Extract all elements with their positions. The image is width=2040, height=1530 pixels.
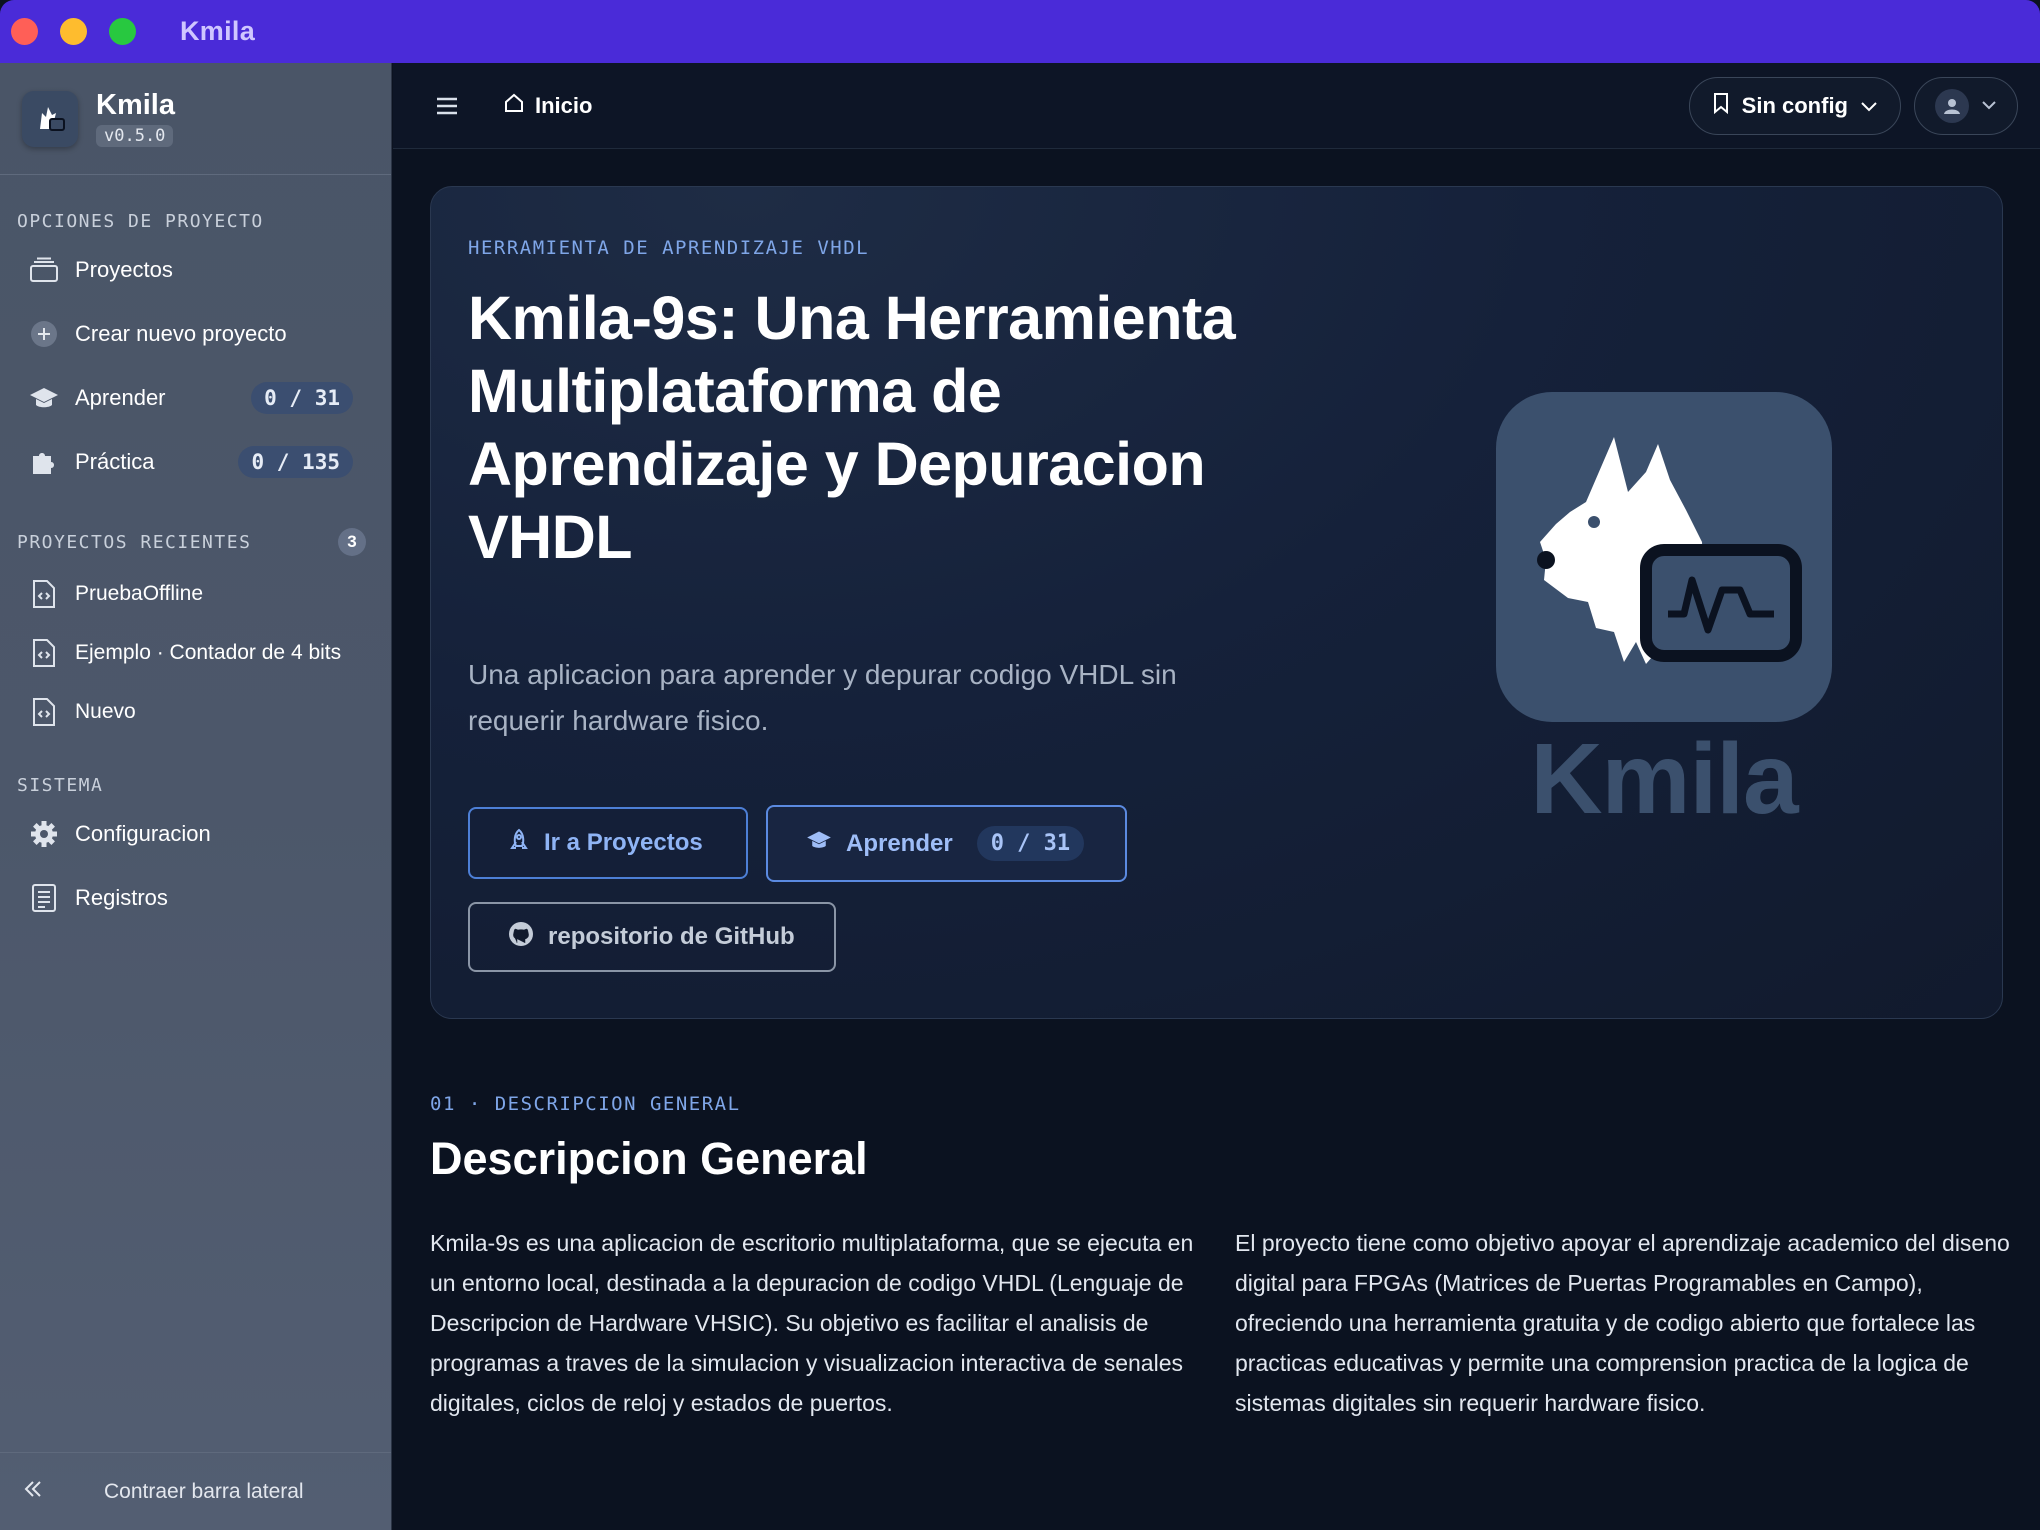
plus-circle-icon	[28, 318, 60, 350]
sidebar-item-proyectos[interactable]: Proyectos	[0, 238, 391, 302]
breadcrumb-label: Inicio	[535, 92, 593, 118]
overview-title: Descripcion General	[430, 1133, 868, 1184]
config-selector[interactable]: Sin config	[1688, 76, 1901, 135]
menu-icon[interactable]	[433, 92, 461, 120]
chevron-down-icon	[1860, 93, 1878, 119]
sidebar-item-label: Práctica	[75, 449, 155, 474]
sidebar-item-crear-proyecto[interactable]: Crear nuevo proyecto	[0, 302, 391, 366]
app-logo-icon	[22, 90, 78, 147]
sidebar-item-configuracion[interactable]: Configuracion	[0, 802, 391, 866]
sidebar-brand[interactable]: Kmila v0.5.0	[0, 63, 391, 175]
graduation-cap-icon	[28, 382, 60, 414]
overview-kicker: 01 · DESCRIPCION GENERAL	[430, 1093, 741, 1115]
folders-icon	[28, 254, 60, 286]
github-repo-button[interactable]: repositorio de GitHub	[468, 902, 836, 972]
hero-kicker: HERRAMIENTA DE APRENDIZAJE VHDL	[468, 237, 870, 259]
hero-subtitle: Una aplicacion para aprender y depurar c…	[468, 659, 1177, 736]
config-label: Sin config	[1741, 92, 1848, 118]
overview-paragraph-1: Kmila-9s es una aplicacion de escritorio…	[430, 1230, 1194, 1416]
sidebar-item-label: Crear nuevo proyecto	[75, 321, 287, 346]
code-file-icon	[28, 696, 60, 728]
close-window-button[interactable]	[11, 18, 38, 45]
collapse-sidebar-label: Contraer barra lateral	[104, 1479, 304, 1503]
avatar	[1935, 88, 1969, 123]
chevrons-left-icon	[22, 1478, 44, 1506]
hero-title: Kmila-9s: Una Herramienta Multiplataform…	[468, 284, 1236, 571]
bookmark-icon	[1712, 92, 1730, 120]
title-bar: Kmila	[0, 0, 2040, 63]
log-icon	[28, 882, 60, 914]
code-file-icon	[28, 637, 60, 669]
recent-count-badge: 3	[338, 528, 366, 556]
section-label: OPCIONES DE PROYECTO	[17, 211, 264, 232]
button-label: repositorio de GitHub	[548, 923, 795, 950]
sidebar: Kmila v0.5.0 OPCIONES DE PROYECTO Proyec…	[0, 63, 392, 1530]
section-recent-projects: PROYECTOS RECIENTES 3	[0, 528, 391, 556]
overview-paragraph-2: El proyecto tiene como objetivo apoyar e…	[1235, 1230, 2010, 1416]
code-file-icon	[28, 578, 60, 610]
go-to-projects-button[interactable]: Ir a Proyectos	[468, 807, 748, 879]
rocket-icon	[508, 828, 530, 859]
version-badge: v0.5.0	[96, 125, 174, 148]
puzzle-icon	[28, 446, 60, 478]
recent-project-item[interactable]: PruebaOffline	[0, 564, 391, 623]
sidebar-item-label: Configuracion	[75, 821, 211, 846]
recent-project-item[interactable]: Ejemplo · Contador de 4 bits	[0, 623, 391, 682]
recent-project-label: Ejemplo · Contador de 4 bits	[75, 640, 342, 664]
section-label: SISTEMA	[17, 775, 104, 796]
kmila-logo-icon	[1496, 392, 1832, 722]
kmila-wordmark: Kmila	[1530, 723, 1798, 835]
recent-project-label: Nuevo	[75, 699, 136, 723]
brand-name: Kmila	[96, 88, 175, 121]
sidebar-item-aprender[interactable]: Aprender 0 / 31	[0, 366, 391, 430]
github-icon	[508, 921, 534, 954]
main-content: Inicio Sin config HERRAMIENTA DE APRENDI…	[393, 63, 2040, 1530]
gear-icon	[28, 818, 60, 850]
recent-project-label: PruebaOffline	[75, 581, 204, 605]
recent-project-item[interactable]: Nuevo	[0, 682, 391, 741]
graduation-cap-icon	[806, 829, 832, 858]
minimize-window-button[interactable]	[60, 18, 87, 45]
user-menu[interactable]	[1914, 76, 2018, 135]
button-label: Ir a Proyectos	[544, 829, 703, 856]
window-controls	[11, 18, 136, 45]
section-label: PROYECTOS RECIENTES	[17, 531, 252, 553]
hero-card: HERRAMIENTA DE APRENDIZAJE VHDL Kmila-9s…	[430, 186, 2003, 1019]
sidebar-item-label: Registros	[75, 885, 168, 910]
chevron-down-icon	[1981, 97, 1997, 115]
section-project-options: OPCIONES DE PROYECTO	[0, 211, 391, 232]
home-icon	[503, 92, 525, 120]
progress-badge: 0 / 31	[976, 826, 1085, 861]
progress-badge: 0 / 135	[238, 446, 353, 478]
breadcrumb[interactable]: Inicio	[503, 92, 592, 120]
sidebar-item-practica[interactable]: Práctica 0 / 135	[0, 430, 391, 494]
app-window: Kmila Kmila v0.5.0 OPCIONES DE PROYECTO …	[0, 0, 2040, 1530]
section-system: SISTEMA	[0, 775, 391, 796]
sidebar-item-label: Proyectos	[75, 257, 173, 282]
sidebar-item-registros[interactable]: Registros	[0, 866, 391, 930]
learn-button[interactable]: Aprender 0 / 31	[766, 805, 1127, 882]
button-label: Aprender	[846, 829, 953, 857]
collapse-sidebar-button[interactable]: Contraer barra lateral	[0, 1452, 391, 1530]
progress-badge: 0 / 31	[251, 382, 353, 414]
window-title: Kmila	[180, 16, 256, 46]
zoom-window-button[interactable]	[109, 18, 136, 45]
top-bar: Inicio Sin config	[393, 63, 2040, 149]
sidebar-item-label: Aprender	[75, 385, 166, 410]
